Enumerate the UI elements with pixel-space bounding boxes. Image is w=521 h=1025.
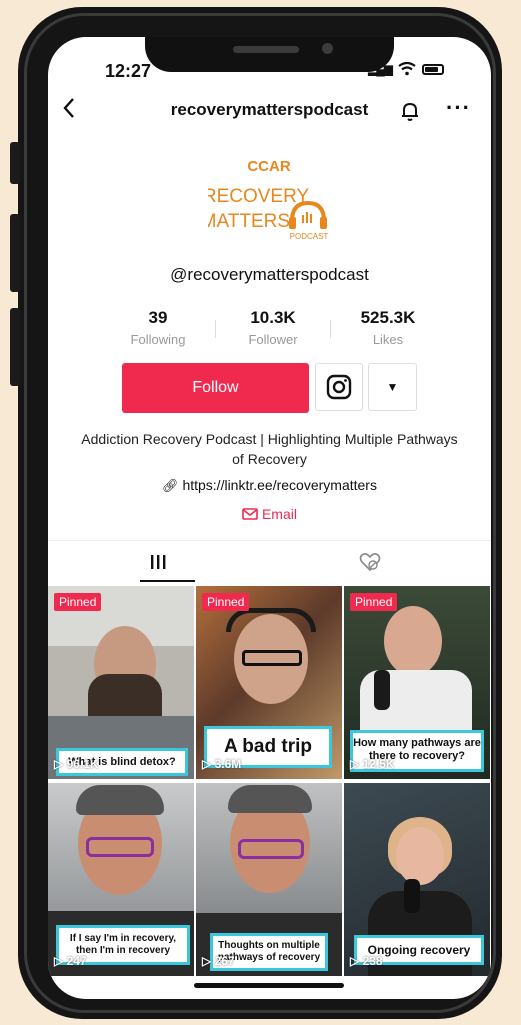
view-count-value: 267 xyxy=(214,954,235,968)
profile-link-text: https://linktr.ee/recoverymatters xyxy=(182,477,377,493)
email-button[interactable]: Email xyxy=(48,506,491,522)
videos-grid-icon[interactable] xyxy=(144,553,172,571)
front-camera xyxy=(322,43,333,54)
headphones xyxy=(226,608,316,632)
view-count-value: 96.1K xyxy=(66,757,99,771)
person-face xyxy=(384,606,442,676)
stat-label: Follower xyxy=(248,332,298,347)
stat-label: Following xyxy=(130,332,186,347)
video-tile[interactable]: Thoughts on multiple pathways of recover… xyxy=(196,783,342,976)
status-time: 12:27 xyxy=(105,61,152,81)
profile-tabs xyxy=(48,541,491,583)
view-count-value: 247 xyxy=(66,954,87,968)
video-tile[interactable]: Pinned A bad trip ▷ 3.6M xyxy=(196,586,342,779)
svg-text:CCAR: CCAR xyxy=(247,158,290,175)
profile-bio: Addiction Recovery Podcast | Highlightin… xyxy=(81,431,458,467)
microphone xyxy=(404,879,420,913)
instagram-icon xyxy=(326,374,352,400)
view-count: ▷ 3.6M xyxy=(202,757,242,771)
battery-icon xyxy=(421,63,444,75)
caret-down-icon: ▼ xyxy=(386,380,399,394)
person-face xyxy=(396,827,444,885)
microphone xyxy=(374,670,390,710)
phone-screen: 12:27 ▂▄▆ recoverymatterspodcast ··· CCA… xyxy=(48,37,491,999)
stat-value: 39 xyxy=(148,308,168,327)
view-count-value: 238 xyxy=(362,954,383,968)
instagram-button[interactable] xyxy=(315,363,363,411)
video-tile[interactable]: Pinned How many pathways are there to re… xyxy=(344,586,490,779)
view-count: ▷ 267 xyxy=(202,954,235,968)
video-tile[interactable]: If I say I'm in recovery, then I'm in re… xyxy=(48,783,194,976)
home-indicator[interactable] xyxy=(194,983,344,988)
email-label: Email xyxy=(261,506,297,522)
volume-up-button xyxy=(10,214,20,292)
stat-following[interactable]: 39 Following xyxy=(108,308,208,347)
wifi-icon xyxy=(398,62,416,76)
stat-likes: 525.3K Likes xyxy=(338,308,438,347)
glasses xyxy=(238,839,304,859)
profile-username: @recoverymatterspodcast xyxy=(170,265,369,284)
mail-icon xyxy=(242,508,258,520)
stat-followers[interactable]: 10.3K Follower xyxy=(223,308,323,347)
liked-videos-icon[interactable] xyxy=(358,551,382,573)
profile-stats: 39 Following 10.3K Follower 525.3K Likes xyxy=(108,308,438,347)
pinned-badge: Pinned xyxy=(54,593,102,611)
svg-text:RECOVERY: RECOVERY xyxy=(208,186,309,207)
suggested-accounts-button[interactable]: ▼ xyxy=(368,363,417,411)
video-tile[interactable]: Ongoing recovery ▷ 238 xyxy=(344,783,490,976)
page-title: recoverymatterspodcast xyxy=(170,100,369,119)
view-count: ▷ 238 xyxy=(350,954,383,968)
stat-label: Likes xyxy=(372,332,404,347)
view-count-value: 12.5K xyxy=(362,757,395,771)
stat-value: 525.3K xyxy=(360,308,416,327)
hair xyxy=(76,785,164,815)
view-count: ▷ 96.1K xyxy=(54,757,99,771)
top-bar: recoverymatterspodcast ··· xyxy=(48,95,491,129)
link-icon: 🔗︎ xyxy=(162,478,179,493)
glasses xyxy=(86,837,154,857)
stat-divider xyxy=(215,320,216,338)
glasses xyxy=(242,650,302,666)
podcast-logo: CCAR RECOVERY MATTERS! PODCAST xyxy=(208,158,329,241)
video-tile[interactable]: Pinned What is blind detox? ▷ 96.1K xyxy=(48,586,194,779)
pinned-badge: Pinned xyxy=(350,593,398,611)
stat-divider xyxy=(330,320,331,338)
active-tab-indicator xyxy=(140,580,195,582)
more-icon[interactable]: ··· xyxy=(446,95,471,121)
speaker xyxy=(233,46,299,53)
view-count: ▷ 12.5K xyxy=(350,757,395,771)
bell-icon[interactable] xyxy=(398,99,422,123)
stat-value: 10.3K xyxy=(250,308,296,327)
mute-switch xyxy=(10,142,20,184)
hair xyxy=(228,785,312,813)
follow-button[interactable]: Follow xyxy=(122,363,309,413)
notch xyxy=(145,37,394,72)
svg-text:PODCAST: PODCAST xyxy=(290,232,329,241)
view-count-value: 3.6M xyxy=(214,757,242,771)
volume-down-button xyxy=(10,308,20,386)
svg-text:MATTERS!: MATTERS! xyxy=(208,211,295,232)
view-count: ▷ 247 xyxy=(54,954,87,968)
profile-link[interactable]: 🔗︎ https://linktr.ee/recoverymatters xyxy=(48,477,491,494)
pinned-badge: Pinned xyxy=(202,593,250,611)
